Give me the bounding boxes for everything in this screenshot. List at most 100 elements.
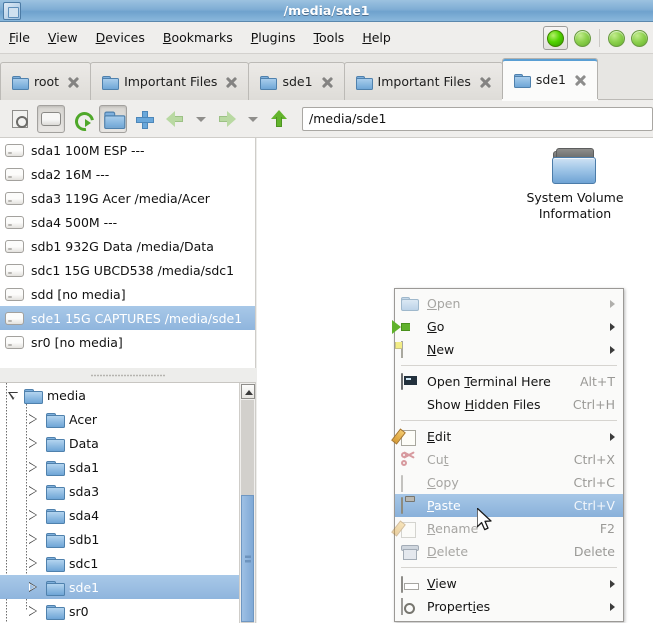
menu-bookmarks[interactable]: Bookmarks (154, 26, 242, 49)
tree-node-sda4[interactable]: sda4 (0, 503, 255, 527)
status-light-2[interactable] (574, 29, 591, 47)
scrollbar-thumb[interactable] (241, 495, 254, 622)
tab-important-files-2[interactable]: Important Files (343, 62, 503, 100)
new-page-icon (401, 340, 421, 359)
context-menu-item-show-hidden-files[interactable]: Show Hidden Files Ctrl+H (395, 393, 623, 416)
device-row[interactable]: sdb1 932G Data /media/Data (0, 234, 255, 258)
folder-icon (103, 111, 125, 129)
context-menu-item-view[interactable]: View (395, 572, 623, 595)
toolbar-up-button[interactable] (265, 105, 293, 133)
menu-tools[interactable]: Tools (305, 26, 354, 49)
context-menu-separator (401, 420, 617, 421)
tab-sde1-1[interactable]: sde1 (248, 62, 345, 100)
device-row[interactable]: sda2 16M --- (0, 162, 255, 186)
close-icon[interactable] (573, 73, 587, 87)
tree-node-sda3[interactable]: sda3 (0, 479, 255, 503)
status-light-4[interactable] (631, 29, 648, 47)
context-menu-item-rename[interactable]: Rename F2 (395, 517, 623, 540)
toolbar-forward-history-button[interactable] (244, 105, 262, 133)
context-menu-item-open[interactable]: Open (395, 292, 623, 315)
file-item-system-volume-information[interactable]: System Volume Information (519, 148, 631, 222)
device-list[interactable]: sda1 100M ESP --- sda2 16M --- sda3 119G… (0, 138, 256, 368)
toolbar-forward-button[interactable] (213, 105, 241, 133)
device-row[interactable]: sdc1 15G UBCD538 /media/sdc1 (0, 258, 255, 282)
tree-node-sr0[interactable]: sr0 (0, 599, 255, 623)
tree-node-data[interactable]: Data (0, 431, 255, 455)
toolbar-refresh-button[interactable] (68, 105, 96, 133)
menu-devices[interactable]: Devices (87, 26, 154, 49)
folder-icon (46, 436, 65, 452)
tree-node-label: Acer (69, 411, 98, 427)
close-icon[interactable] (66, 75, 80, 89)
expander-icon[interactable] (26, 407, 40, 431)
context-menu-item-delete[interactable]: Delete Delete (395, 540, 623, 563)
device-row[interactable]: sda1 100M ESP --- (0, 138, 255, 162)
expander-icon[interactable] (26, 599, 40, 623)
tree-node-label: media (47, 387, 86, 403)
context-menu-item-copy[interactable]: Copy Ctrl+C (395, 471, 623, 494)
pencil-icon (401, 520, 421, 538)
expander-icon[interactable] (6, 383, 20, 407)
context-menu-item-paste[interactable]: Paste Ctrl+V (395, 494, 623, 517)
menu-file[interactable]: File (0, 26, 39, 49)
context-menu-item-edit[interactable]: Edit (395, 425, 623, 448)
tree-node-acer[interactable]: Acer (0, 407, 255, 431)
expander-icon[interactable] (26, 575, 40, 599)
context-menu-shortcut: Ctrl+C (573, 475, 615, 490)
tree-node-sde1-selected[interactable]: sde1 (0, 575, 255, 599)
device-row[interactable]: sr0 [no media] (0, 330, 255, 354)
toolbar-back-history-button[interactable] (192, 105, 210, 133)
path-input[interactable]: /media/sde1 (302, 106, 653, 131)
tab-important-files-1[interactable]: Important Files (90, 62, 250, 100)
context-menu-item-label: Paste (427, 498, 461, 513)
context-menu[interactable]: Open Go New Open Terminal Here Alt+T Sho… (394, 288, 624, 622)
expander-icon[interactable] (26, 503, 40, 527)
close-icon[interactable] (224, 75, 238, 89)
context-menu-item-cut[interactable]: Cut Ctrl+X (395, 448, 623, 471)
tab-sde1-active[interactable]: sde1 (501, 58, 599, 101)
toolbar-properties-button[interactable] (6, 105, 34, 133)
expander-icon[interactable] (26, 431, 40, 455)
context-menu-item-open-terminal-here[interactable]: Open Terminal Here Alt+T (395, 370, 623, 393)
tree-node-sda1[interactable]: sda1 (0, 455, 255, 479)
folder-icon (46, 508, 65, 524)
path-value: /media/sde1 (309, 111, 387, 126)
scroll-up-icon[interactable] (241, 384, 255, 399)
context-menu-item-label: Rename (427, 521, 479, 536)
copy-icon (401, 474, 421, 492)
expander-icon[interactable] (26, 527, 40, 551)
close-icon[interactable] (478, 75, 492, 89)
status-light-1-frame[interactable] (543, 26, 568, 50)
panel-splitter[interactable] (0, 368, 256, 382)
context-menu-item-properties[interactable]: Properties (395, 595, 623, 618)
toolbar-back-button[interactable] (161, 105, 189, 133)
menu-plugins[interactable]: Plugins (242, 26, 305, 49)
device-row-selected[interactable]: sde1 15G CAPTURES /media/sde1 (0, 306, 255, 330)
expander-icon[interactable] (26, 551, 40, 575)
folder-tree[interactable]: media Acer Data sda1 sda3 sda4 sdb1 sdc1… (0, 382, 256, 623)
device-row[interactable]: sdd [no media] (0, 282, 255, 306)
menu-view[interactable]: View (39, 26, 87, 49)
context-menu-item-new[interactable]: New (395, 338, 623, 361)
device-row[interactable]: sda4 500M --- (0, 210, 255, 234)
context-menu-item-go[interactable]: Go (395, 315, 623, 338)
submenu-arrow-icon (605, 345, 615, 355)
expander-icon[interactable] (26, 455, 40, 479)
menu-help[interactable]: Help (353, 26, 400, 49)
device-row[interactable]: sda3 119G Acer /media/Acer (0, 186, 255, 210)
close-icon[interactable] (320, 75, 334, 89)
tree-node-sdc1[interactable]: sdc1 (0, 551, 255, 575)
expander-icon[interactable] (26, 479, 40, 503)
status-light-3[interactable] (608, 29, 625, 47)
toolbar-devices-button[interactable] (37, 104, 65, 133)
toolbar-new-tab-button[interactable] (130, 105, 158, 133)
folder-icon (46, 580, 65, 596)
view-icon (401, 575, 421, 593)
tree-node-sdb1[interactable]: sdb1 (0, 527, 255, 551)
tree-scrollbar[interactable] (239, 383, 255, 623)
hard-drive-icon (5, 191, 24, 205)
tree-node-media[interactable]: media (0, 383, 255, 407)
tab-root[interactable]: root (0, 62, 92, 100)
context-menu-item-label: Open (427, 296, 461, 311)
toolbar-tree-button[interactable] (99, 104, 127, 133)
